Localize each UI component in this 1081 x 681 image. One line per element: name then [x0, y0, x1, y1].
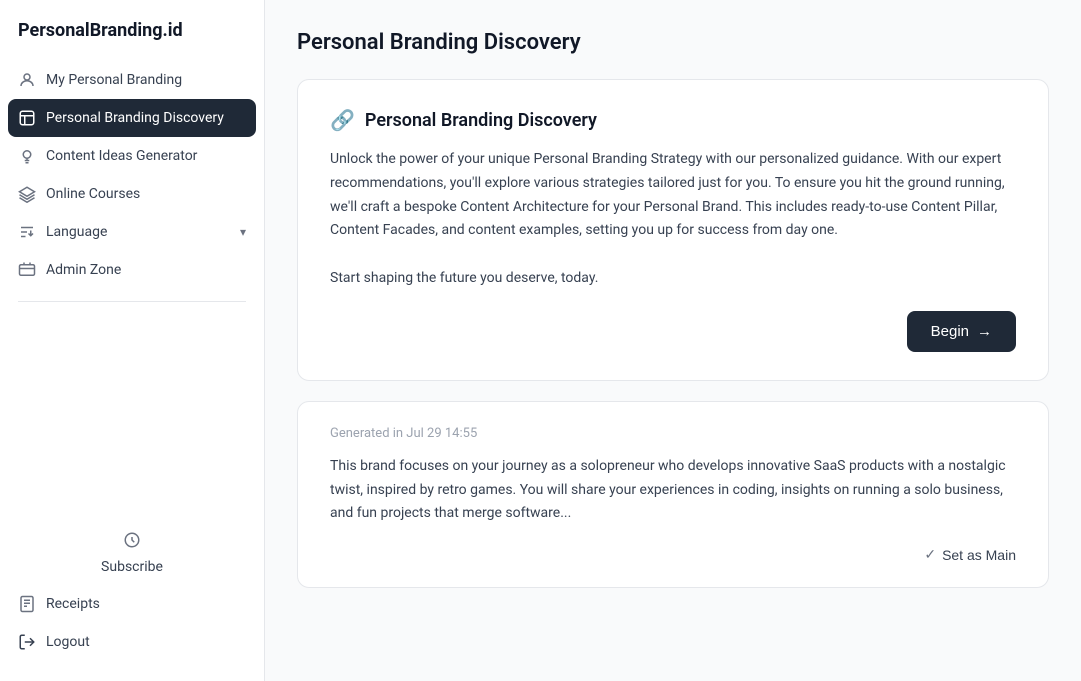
chevron-down-icon: ▾	[240, 225, 246, 239]
subscribe-icon	[123, 531, 141, 549]
set-as-main-button[interactable]: ✓ Set as Main	[924, 546, 1016, 563]
sidebar-label-admin-zone: Admin Zone	[46, 262, 246, 278]
generated-footer: ✓ Set as Main	[330, 546, 1016, 563]
sidebar-label-content-ideas-generator: Content Ideas Generator	[46, 148, 246, 164]
sidebar: PersonalBranding.id My Personal Branding	[0, 0, 265, 681]
sidebar-nav: My Personal Branding Personal Branding D…	[0, 61, 264, 661]
begin-button[interactable]: Begin →	[907, 311, 1016, 352]
sidebar-item-receipts[interactable]: Receipts	[0, 585, 264, 623]
check-icon: ✓	[924, 546, 936, 563]
sidebar-item-content-ideas-generator[interactable]: Content Ideas Generator	[0, 137, 264, 175]
sidebar-label-language: Language	[46, 224, 230, 240]
sidebar-label-logout: Logout	[46, 634, 246, 650]
arrow-right-icon: →	[977, 323, 992, 340]
admin-icon	[18, 261, 36, 279]
user-icon	[18, 71, 36, 89]
sidebar-item-subscribe[interactable]: Subscribe	[0, 521, 264, 585]
sidebar-item-online-courses[interactable]: Online Courses	[0, 175, 264, 213]
card-footer: Begin →	[330, 311, 1016, 352]
card-body: Unlock the power of your unique Personal…	[330, 148, 1016, 291]
generated-card: Generated in Jul 29 14:55 This brand foc…	[297, 401, 1049, 588]
generated-body: This brand focuses on your journey as a …	[330, 455, 1016, 526]
sidebar-divider	[18, 301, 246, 302]
compass-icon	[18, 109, 36, 127]
bulb-icon	[18, 147, 36, 165]
card-title: Personal Branding Discovery	[365, 110, 597, 131]
discovery-card: 🔗 Personal Branding Discovery Unlock the…	[297, 79, 1049, 381]
courses-icon	[18, 185, 36, 203]
set-as-main-label: Set as Main	[942, 547, 1016, 563]
sidebar-item-language[interactable]: Language ▾	[0, 213, 264, 251]
language-icon	[18, 223, 36, 241]
sidebar-item-logout[interactable]: Logout	[0, 623, 264, 661]
main-content: Personal Branding Discovery 🔗 Personal B…	[265, 0, 1081, 681]
link-icon: 🔗	[330, 108, 355, 132]
sidebar-label-my-personal-branding: My Personal Branding	[46, 72, 246, 88]
app-logo: PersonalBranding.id	[0, 20, 264, 61]
sidebar-label-subscribe: Subscribe	[101, 559, 163, 575]
sidebar-item-personal-branding-discovery[interactable]: Personal Branding Discovery	[8, 99, 256, 137]
begin-button-label: Begin	[931, 323, 969, 340]
sidebar-item-admin-zone[interactable]: Admin Zone	[0, 251, 264, 289]
sidebar-label-receipts: Receipts	[46, 596, 246, 612]
sidebar-item-my-personal-branding[interactable]: My Personal Branding	[0, 61, 264, 99]
receipts-icon	[18, 595, 36, 613]
sidebar-label-personal-branding-discovery: Personal Branding Discovery	[46, 110, 246, 126]
logout-icon	[18, 633, 36, 651]
card-header: 🔗 Personal Branding Discovery	[330, 108, 1016, 132]
page-title: Personal Branding Discovery	[297, 30, 1049, 55]
generated-timestamp: Generated in Jul 29 14:55	[330, 426, 1016, 441]
sidebar-label-online-courses: Online Courses	[46, 186, 246, 202]
